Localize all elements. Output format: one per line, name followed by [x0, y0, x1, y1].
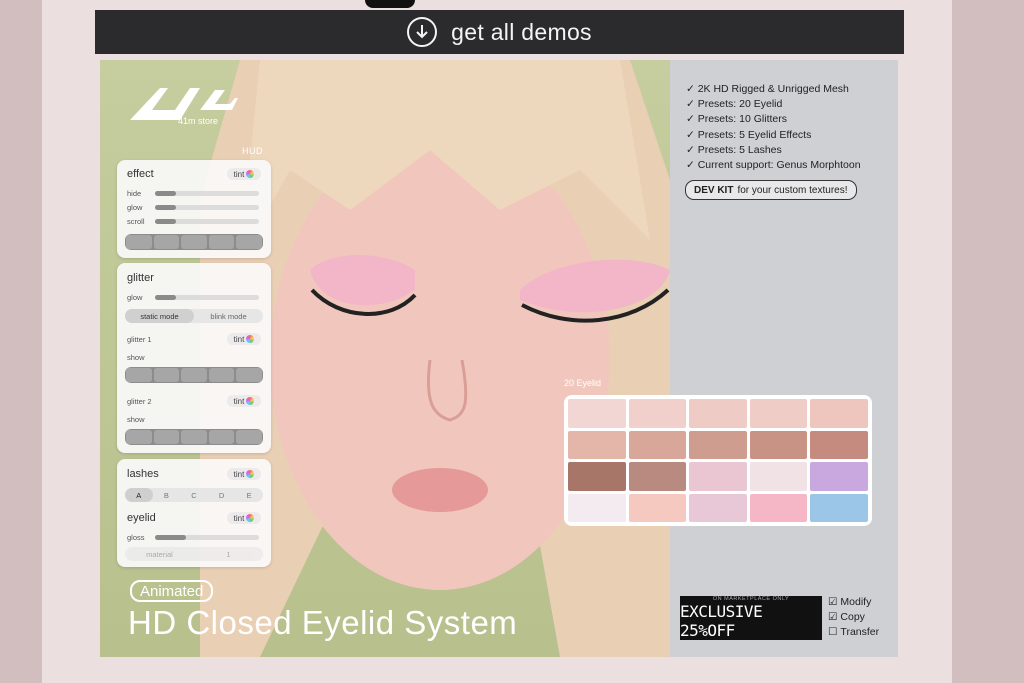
eyelid-swatch-grid — [564, 395, 872, 526]
lashes-tint-button[interactable]: tint — [227, 468, 261, 480]
permission-modify: ☑ Modify — [828, 596, 872, 608]
product-poster: 41m store HUD effect tint hide glow scro… — [100, 60, 898, 657]
glitter-panel: glitter glow static mode blink mode glit… — [117, 263, 271, 453]
eyelid-swatch[interactable] — [628, 399, 687, 428]
eyelid-swatch[interactable] — [749, 493, 808, 522]
glitter2-show-label: show — [127, 415, 145, 424]
eyelid-swatch[interactable] — [689, 399, 747, 428]
get-all-demos-button[interactable]: get all demos — [95, 10, 904, 54]
feature-item: ✓ Presets: 20 Eyelid — [686, 98, 783, 111]
checkbox-icon: ☐ — [828, 626, 838, 638]
eyelid-title: eyelid — [127, 512, 156, 524]
glitter-glow-label: glow — [127, 293, 143, 302]
glitter2-label: glitter 2 — [127, 397, 152, 406]
eyelid-swatch[interactable] — [689, 493, 747, 522]
effect-presets[interactable] — [125, 234, 263, 250]
feature-item: ✓ Presets: 5 Lashes — [686, 143, 782, 156]
eyelid-swatch[interactable] — [628, 493, 687, 522]
eyelid-material-options[interactable]: material 1 — [125, 547, 263, 561]
store-logo — [130, 88, 238, 120]
glitter-mode-toggle[interactable]: static mode blink mode — [125, 309, 263, 323]
eyelid-swatch[interactable] — [628, 430, 687, 459]
color-wheel-icon — [246, 335, 255, 343]
eyelid-material-1[interactable]: 1 — [194, 547, 263, 561]
eyelid-swatch[interactable] — [810, 430, 868, 459]
eyelid-swatch[interactable] — [749, 430, 808, 459]
eyelid-swatch[interactable] — [568, 462, 626, 491]
glitter1-label: glitter 1 — [127, 335, 152, 344]
eyelid-gloss-label: gloss — [127, 533, 145, 542]
download-circle-icon — [407, 17, 438, 47]
checkbox-icon: ☑ — [828, 596, 838, 608]
effect-glow-label: glow — [127, 203, 143, 212]
effect-hide-label: hide — [127, 189, 142, 198]
blink-mode-option[interactable]: blink mode — [194, 309, 263, 323]
effect-scroll-label: scroll — [127, 217, 145, 226]
lashes-options[interactable]: A B C D E — [125, 488, 263, 502]
product-title: HD Closed Eyelid System — [128, 604, 518, 641]
feature-item: ✓ Presets: 5 Eyelid Effects — [686, 128, 812, 141]
get-all-demos-label: get all demos — [451, 18, 592, 45]
color-wheel-icon — [246, 397, 255, 405]
devkit-text: for your custom textures! — [737, 184, 848, 196]
eyelid-swatch[interactable] — [628, 462, 687, 491]
devkit-badge: DEV KIT for your custom textures! — [685, 180, 857, 200]
effect-tint-button[interactable]: tint — [227, 168, 261, 180]
glitter1-tint-button[interactable]: tint — [227, 333, 261, 345]
promo-big-text: EXCLUSIVE 25%OFF — [680, 602, 763, 640]
lash-option-c[interactable]: C — [180, 488, 208, 502]
color-wheel-icon — [246, 514, 255, 522]
eyelid-swatch[interactable] — [568, 493, 626, 522]
eyelid-swatch[interactable] — [689, 462, 747, 491]
eyelid-swatch[interactable] — [810, 462, 868, 491]
eyelid-swatch[interactable] — [568, 399, 626, 428]
eyelid-swatch[interactable] — [749, 462, 808, 491]
glitter-glow-slider[interactable] — [155, 295, 259, 300]
hud-title: HUD — [242, 146, 263, 156]
glitter-title: glitter — [127, 272, 154, 284]
permission-copy: ☑ Copy — [828, 611, 865, 623]
eyelid-swatch[interactable] — [749, 399, 808, 428]
glitter1-show-label: show — [127, 353, 145, 362]
eyelid-swatch[interactable] — [810, 493, 868, 522]
eyelid-count-label: 20 Eyelid — [564, 378, 602, 388]
checkbox-icon: ☑ — [828, 611, 838, 623]
eyelid-swatch[interactable] — [689, 430, 747, 459]
exclusive-discount-badge: ON MARKETPLACE ONLY EXCLUSIVE 25%OFF — [680, 596, 822, 640]
permission-transfer: ☐ Transfer — [828, 626, 880, 638]
feature-list: ✓ 2K HD Rigged & Unrigged Mesh ✓ Presets… — [686, 82, 896, 173]
glitter2-tint-button[interactable]: tint — [227, 395, 261, 407]
left-background — [0, 0, 42, 683]
glitter1-presets[interactable] — [125, 367, 263, 383]
glitter2-presets[interactable] — [125, 429, 263, 445]
animated-badge: Animated — [130, 580, 214, 602]
eyelid-swatch[interactable] — [810, 399, 868, 428]
right-background — [952, 0, 1024, 683]
lashes-title: lashes — [127, 468, 159, 480]
permissions-list: ☑ Modify ☑ Copy ☐ Transfer — [828, 595, 879, 640]
effect-title: effect — [127, 168, 154, 180]
lash-option-b[interactable]: B — [153, 488, 181, 502]
color-wheel-icon — [246, 470, 255, 478]
effect-hide-slider[interactable] — [155, 191, 259, 196]
feature-item: ✓ Presets: 10 Glitters — [686, 113, 787, 126]
feature-item: ✓ Current support: Genus Morphtoon — [686, 159, 861, 172]
lashes-eyelid-panel: lashes tint A B C D E eyelid tint gloss … — [117, 459, 271, 567]
color-wheel-icon — [246, 170, 255, 178]
eyelid-material-label: material — [146, 549, 173, 559]
eyelid-gloss-slider[interactable] — [155, 535, 259, 540]
effect-scroll-slider[interactable] — [155, 219, 259, 224]
eyelid-swatch[interactable] — [568, 430, 626, 459]
static-mode-option[interactable]: static mode — [125, 309, 194, 323]
feature-item: ✓ 2K HD Rigged & Unrigged Mesh — [686, 83, 849, 95]
effect-panel: effect tint hide glow scroll — [117, 160, 271, 258]
lash-option-d[interactable]: D — [208, 488, 236, 502]
store-name: 41m store — [178, 116, 219, 126]
devkit-bold: DEV KIT — [694, 184, 734, 196]
eyelid-tint-button[interactable]: tint — [227, 512, 261, 524]
lash-option-a[interactable]: A — [125, 488, 153, 502]
lash-option-e[interactable]: E — [235, 488, 263, 502]
top-tab — [365, 0, 415, 8]
effect-glow-slider[interactable] — [155, 205, 259, 210]
